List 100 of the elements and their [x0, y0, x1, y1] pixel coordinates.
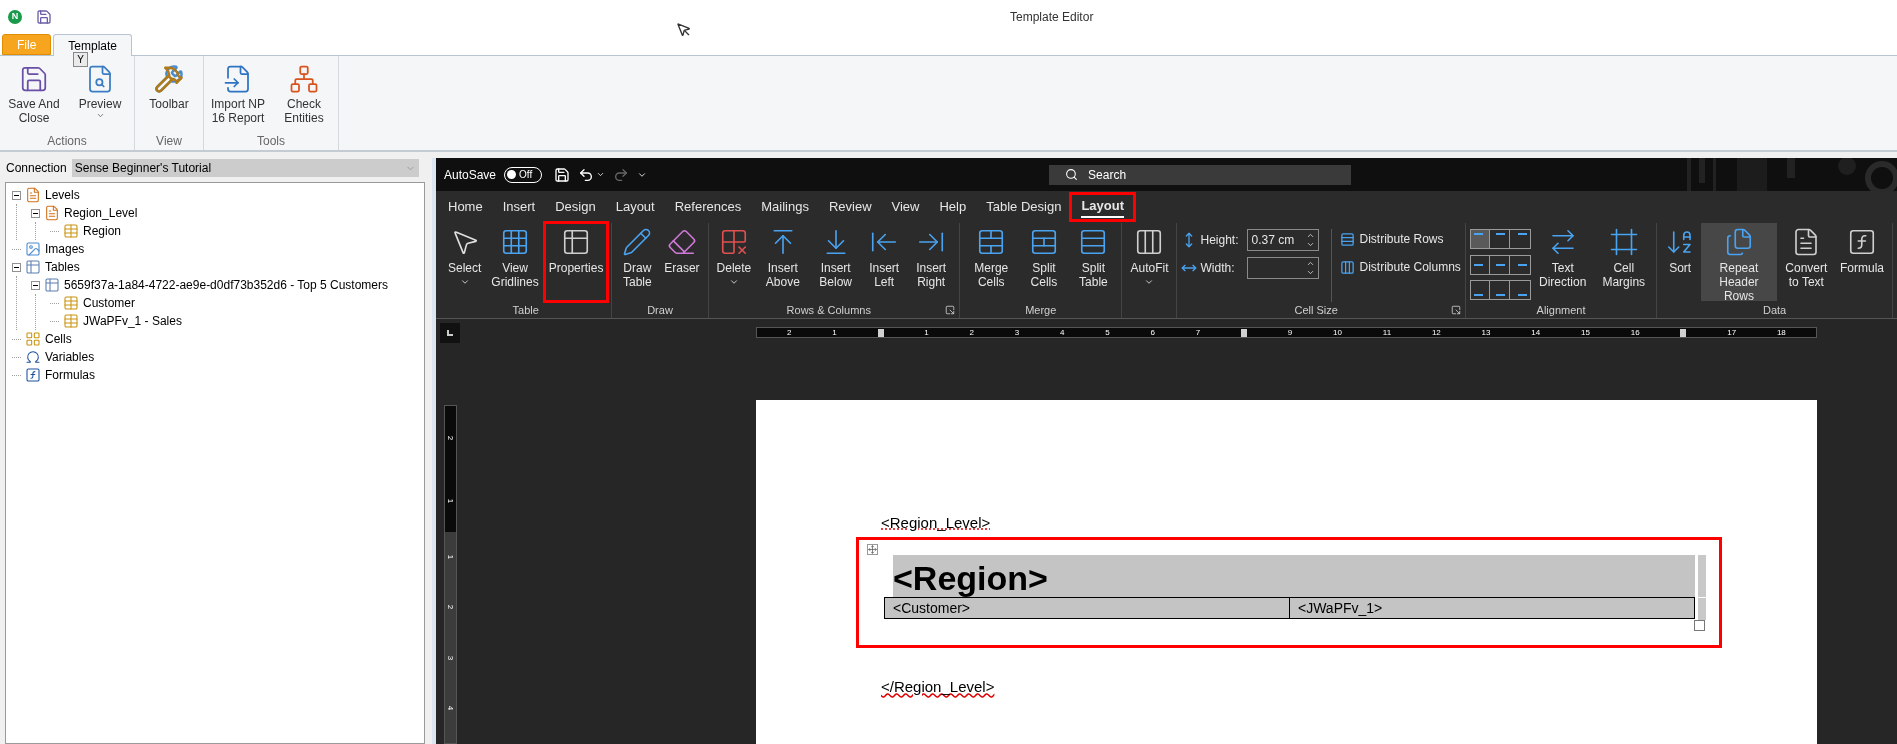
spin-field[interactable]	[1247, 257, 1320, 279]
caret-icon	[95, 111, 105, 120]
tree-item[interactable]: Cells	[45, 330, 72, 348]
ribbon-button[interactable]: Repeat Header Rows	[1701, 223, 1777, 301]
rows-icon	[1340, 231, 1356, 247]
ribbon-tab[interactable]: Help	[930, 195, 976, 219]
ribbon-button[interactable]: Formula	[1836, 223, 1888, 301]
table-cell: <JWaPFv_1>	[1289, 597, 1694, 618]
ribbon-button[interactable]: Insert Left	[862, 223, 906, 301]
ribbon-button[interactable]: Insert Above	[757, 223, 809, 301]
ribbon-tab[interactable]: References	[665, 195, 751, 219]
tree-item[interactable]: Levels	[45, 186, 80, 204]
search-field[interactable]: Search	[1049, 164, 1352, 185]
ribbon-button[interactable]: Split Table	[1069, 223, 1118, 301]
indent-marker-icon[interactable]	[877, 328, 884, 337]
ruler-number: 2	[969, 328, 974, 337]
expander-icon[interactable]	[12, 190, 21, 200]
caret-icon[interactable]	[596, 170, 606, 179]
ribbon-button[interactable]: Text Direction	[1532, 223, 1594, 301]
ribbon-button[interactable]: Merge Cells	[964, 223, 1019, 301]
caret-icon	[459, 277, 470, 287]
expander-icon[interactable]	[31, 208, 40, 218]
ribbon-button[interactable]: Sort	[1661, 223, 1700, 301]
move-handle-icon[interactable]	[867, 543, 878, 555]
ruler-number: 3	[1014, 328, 1020, 337]
ribbon-button[interactable]: Preview	[70, 64, 130, 132]
tree-item[interactable]: Images	[45, 240, 85, 258]
align-button[interactable]	[1508, 280, 1531, 301]
ribbon-button[interactable]: View Gridlines	[487, 223, 543, 301]
tree-item[interactable]: Formulas	[45, 366, 95, 384]
ribbon-tab[interactable]: View	[882, 195, 929, 219]
ribbon-button[interactable]: AutoFit	[1126, 223, 1173, 301]
expander-icon[interactable]	[31, 280, 40, 290]
ribbon-button[interactable]: Properties	[544, 223, 608, 301]
image-icon	[25, 241, 41, 257]
ribbon-button[interactable]: Draw Table	[616, 223, 659, 301]
connection-dropdown[interactable]: Sense Beginner's Tutorial	[71, 159, 419, 177]
ribbon-button[interactable]: Save And Close	[4, 64, 64, 132]
align-button[interactable]	[1469, 229, 1492, 249]
launcher-icon[interactable]	[1450, 305, 1461, 315]
ruler-number: 1	[445, 498, 456, 503]
indent-marker-icon[interactable]	[1241, 328, 1248, 337]
autosave-label: AutoSave	[444, 166, 497, 184]
ribbon-button[interactable]: Check Entities	[274, 64, 334, 132]
field-label: Height:	[1200, 232, 1240, 249]
align-button[interactable]	[1489, 229, 1512, 249]
ribbon-button[interactable]: Insert Below	[810, 223, 861, 301]
group-label: Tools	[256, 133, 286, 150]
ribbon-button[interactable]: Distribute Rows	[1340, 229, 1461, 249]
ribbon-tab[interactable]: Mailings	[752, 195, 818, 219]
ribbon-button[interactable]: Cell Margins	[1595, 223, 1653, 301]
ribbon-tab[interactable]: Review	[819, 195, 881, 219]
grid-icon	[44, 277, 60, 293]
tree-item[interactable]: Region	[83, 222, 122, 240]
tab-stop-icon[interactable]	[440, 323, 460, 343]
ribbon-button[interactable]: Eraser	[660, 223, 704, 301]
group-label: Data	[1762, 302, 1787, 318]
mouse-pointer-icon	[676, 22, 692, 38]
omega-icon	[25, 349, 41, 365]
ruler-number: 7	[1195, 328, 1201, 337]
tree-item[interactable]: Variables	[45, 348, 95, 366]
ribbon-tab[interactable]: Home	[439, 195, 492, 219]
app-logo: N	[8, 10, 22, 24]
diagram-icon	[289, 64, 319, 94]
ribbon-button[interactable]: Convert to Text	[1778, 223, 1834, 301]
align-button[interactable]	[1508, 254, 1531, 275]
resize-handle-icon[interactable]	[1694, 619, 1705, 631]
ribbon-tab[interactable]: Template	[53, 34, 133, 56]
ruler-number: 11	[1382, 328, 1392, 337]
align-button[interactable]	[1489, 280, 1512, 301]
ribbon-tab[interactable]: Layout	[1072, 195, 1133, 219]
align-button[interactable]	[1508, 229, 1531, 249]
caret-icon	[1144, 277, 1155, 287]
tree-item[interactable]: Customer	[83, 294, 135, 312]
ribbon-button[interactable]: Delete	[712, 223, 756, 301]
group-label: Actions	[46, 133, 88, 150]
align-button[interactable]	[1469, 280, 1492, 301]
ribbon-button[interactable]: Distribute Columns	[1340, 257, 1461, 277]
ribbon-button[interactable]: Insert Right	[907, 223, 955, 301]
tree-item[interactable]: 5659f37a-1a84-4722-ae9e-d0df73b352d6 - Top 5 Customers	[64, 276, 389, 294]
ribbon-tab[interactable]: Design	[546, 195, 605, 219]
ribbon-button[interactable]: Split Cells	[1020, 223, 1068, 301]
tree-item[interactable]: Region_Level	[64, 204, 138, 222]
indent-marker-icon[interactable]	[1680, 328, 1687, 337]
undo-icon[interactable]	[578, 166, 595, 183]
ribbon-button[interactable]: Toolbar	[139, 64, 199, 132]
spin-field[interactable]: 0.37 cm	[1247, 229, 1320, 251]
key-tip: Y	[73, 52, 88, 67]
ribbon-tab[interactable]: Table Design	[977, 195, 1071, 219]
align-button[interactable]	[1469, 254, 1492, 275]
tree-item[interactable]: JWaPFv_1 - Sales	[83, 312, 182, 330]
ribbon-button[interactable]: Select	[444, 223, 486, 301]
launcher-icon[interactable]	[945, 305, 955, 315]
expander-icon[interactable]	[12, 262, 21, 272]
ruler-number: 1	[445, 554, 456, 560]
ribbon-button[interactable]: Import NP 16 Report	[208, 64, 268, 132]
align-button[interactable]	[1489, 254, 1512, 275]
ribbon-tab[interactable]: Layout	[606, 195, 664, 219]
tree-item[interactable]: Tables	[45, 258, 80, 276]
ribbon-tab[interactable]: Insert	[493, 195, 545, 219]
